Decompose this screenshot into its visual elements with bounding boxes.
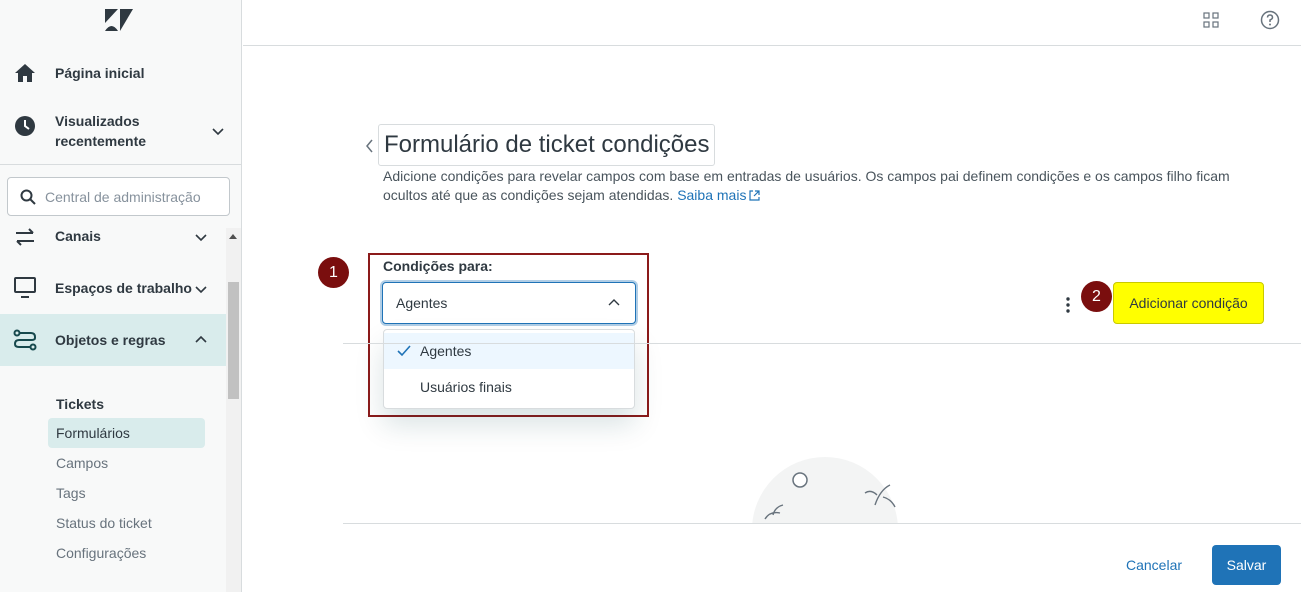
select-value: Agentes bbox=[396, 295, 448, 311]
search-placeholder: Central de administração bbox=[45, 189, 201, 205]
description-text: Adicione condições para revelar campos c… bbox=[383, 168, 1230, 203]
content-divider-top bbox=[343, 343, 1301, 344]
clock-icon bbox=[15, 116, 35, 136]
add-condition-button[interactable]: Adicionar condição bbox=[1113, 282, 1264, 324]
nav-recent-label-2: recentemente bbox=[55, 133, 147, 149]
learn-more-link[interactable]: Saiba mais bbox=[677, 187, 746, 203]
search-icon bbox=[20, 189, 36, 205]
chevron-up-icon bbox=[608, 299, 620, 306]
nav-recent[interactable]: Visualizados recentemente bbox=[0, 108, 241, 154]
tickets-heading: Tickets bbox=[56, 396, 104, 412]
more-options-icon[interactable] bbox=[1066, 297, 1070, 313]
sidebar-scroll-thumb[interactable] bbox=[228, 282, 239, 399]
nav-workspaces-label: Espaços de trabalho bbox=[55, 280, 192, 296]
conditions-select[interactable]: Agentes bbox=[382, 282, 636, 324]
page-description: Adicione condições para revelar campos c… bbox=[383, 167, 1243, 205]
objects-rules-icon bbox=[13, 329, 37, 351]
external-link-icon[interactable] bbox=[749, 190, 761, 201]
empty-state-illustration-icon bbox=[752, 457, 898, 523]
save-button[interactable]: Salvar bbox=[1212, 545, 1281, 585]
sub-item-ticket-status[interactable]: Status do ticket bbox=[56, 515, 152, 531]
nav-recent-label-1: Visualizados bbox=[55, 113, 140, 129]
option-agents[interactable]: Agentes bbox=[384, 333, 634, 369]
admin-search-input[interactable]: Central de administração bbox=[7, 177, 230, 216]
annotation-badge-1: 1 bbox=[318, 257, 349, 288]
top-bar bbox=[243, 0, 1301, 46]
zendesk-logo-icon[interactable] bbox=[105, 9, 133, 31]
nav-workspaces[interactable]: Espaços de trabalho bbox=[0, 274, 241, 304]
nav-channels[interactable]: Canais bbox=[0, 226, 241, 248]
sub-item-forms[interactable]: Formulários bbox=[56, 425, 130, 441]
sidebar: Página inicial Visualizados recentemente… bbox=[0, 0, 242, 592]
back-chevron-icon[interactable] bbox=[364, 138, 376, 154]
chevron-down-icon bbox=[212, 128, 224, 136]
chevron-up-icon bbox=[195, 335, 207, 343]
content-divider-bottom bbox=[343, 523, 1301, 524]
conditions-label: Condições para: bbox=[383, 258, 493, 274]
chevron-down-icon bbox=[195, 286, 207, 294]
annotation-badge-2: 2 bbox=[1081, 281, 1112, 312]
nav-objects-rules-label: Objetos e regras bbox=[55, 332, 166, 348]
nav-home-label: Página inicial bbox=[55, 65, 145, 81]
nav-home[interactable]: Página inicial bbox=[0, 58, 241, 88]
option-end-users-label: Usuários finais bbox=[420, 379, 512, 395]
help-icon[interactable] bbox=[1260, 10, 1280, 30]
chevron-down-icon bbox=[195, 234, 207, 242]
apps-grid-icon[interactable] bbox=[1203, 12, 1219, 28]
monitor-icon bbox=[14, 277, 36, 298]
channels-icon bbox=[16, 228, 34, 246]
option-agents-label: Agentes bbox=[420, 343, 472, 359]
page-title[interactable]: Formulário de ticket condições bbox=[378, 124, 716, 166]
option-end-users[interactable]: Usuários finais bbox=[384, 369, 634, 405]
cancel-button[interactable]: Cancelar bbox=[1112, 557, 1196, 573]
checkmark-icon bbox=[397, 345, 411, 357]
sub-item-fields[interactable]: Campos bbox=[56, 455, 108, 471]
scroll-up-arrow-icon[interactable] bbox=[229, 234, 237, 239]
nav-objects-rules[interactable]: Objetos e regras bbox=[0, 326, 241, 356]
conditions-dropdown-menu: Agentes Usuários finais bbox=[383, 329, 635, 409]
nav-channels-label: Canais bbox=[55, 228, 101, 244]
home-icon bbox=[15, 64, 35, 82]
sub-item-settings[interactable]: Configurações bbox=[56, 545, 146, 561]
sub-item-tags[interactable]: Tags bbox=[56, 485, 86, 501]
sidebar-divider bbox=[0, 164, 241, 165]
